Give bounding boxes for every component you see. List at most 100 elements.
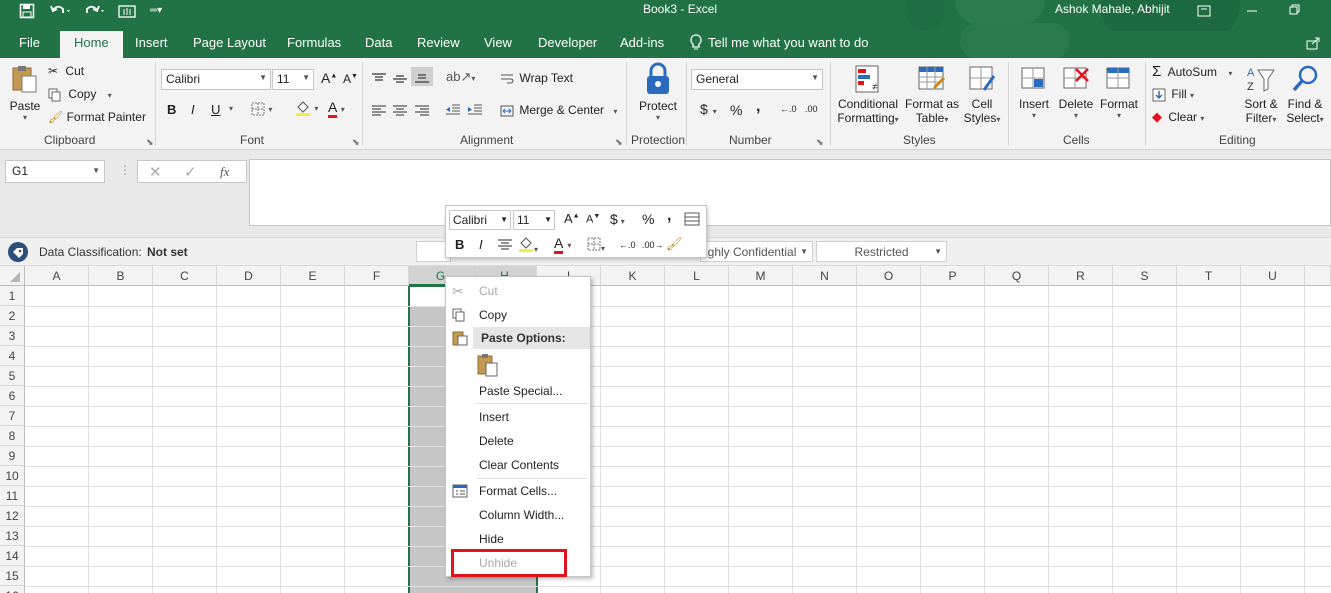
menu-item-format-cells[interactable]: Format Cells... (479, 484, 557, 498)
decrease-decimal-button[interactable]: .00 (805, 104, 818, 114)
clipboard-launcher-icon[interactable]: ⬊ (146, 137, 154, 148)
mini-increase-decimal-icon[interactable]: ←.0 (619, 240, 636, 250)
menu-item-paste-special[interactable]: Paste Special... (479, 384, 562, 398)
bold-button[interactable]: B (167, 102, 176, 117)
format-painter-button[interactable]: 🖌 Format Painter (48, 110, 146, 124)
name-box[interactable]: G1 ▼ (5, 160, 105, 183)
comma-button[interactable]: , (756, 98, 760, 116)
mini-percent-button[interactable]: % (642, 211, 654, 227)
share-icon[interactable] (1306, 35, 1322, 50)
column-header-b[interactable]: B (89, 266, 153, 286)
mini-center-align-icon[interactable] (497, 239, 513, 254)
column-header-u[interactable]: U (1241, 266, 1305, 286)
row-header-10[interactable]: 10 (0, 466, 25, 486)
decrease-indent-icon[interactable] (445, 102, 461, 116)
redo-icon[interactable] (84, 2, 106, 20)
italic-button[interactable]: I (191, 102, 195, 117)
tab-add-ins[interactable]: Add-ins (620, 35, 664, 50)
align-left-icon[interactable] (371, 103, 387, 117)
mini-italic-button[interactable]: I (479, 237, 483, 252)
fill-button[interactable]: Fill ▾ (1152, 87, 1194, 102)
column-header-c[interactable]: C (153, 266, 217, 286)
menu-item-insert[interactable]: Insert (479, 410, 509, 424)
currency-button[interactable]: $ ▾ (700, 101, 717, 117)
touch-mode-icon[interactable] (118, 2, 138, 20)
top-align-icon[interactable] (371, 71, 387, 85)
underline-button[interactable]: U (211, 102, 220, 117)
borders-icon[interactable]: ▾ (251, 101, 272, 116)
insert-function-icon[interactable]: fx (220, 164, 229, 180)
mini-font-name-combo[interactable]: Calibri ▼ (449, 210, 511, 230)
menu-item-copy[interactable]: Copy (479, 308, 507, 322)
copy-button[interactable]: Copy ▾ (48, 87, 112, 102)
tab-page-layout[interactable]: Page Layout (193, 35, 266, 50)
tab-home[interactable]: Home (60, 31, 123, 58)
autosum-button[interactable]: Σ AutoSum ▾ (1152, 63, 1232, 80)
orientation-icon[interactable]: ab↗▾ (446, 69, 475, 85)
menu-item-delete[interactable]: Delete (479, 434, 514, 448)
merge-center-button[interactable]: Merge & Center ▾ (500, 103, 617, 117)
worksheet-grid[interactable]: A B C D E F G H I J K L M N O P Q R S T … (0, 266, 1331, 593)
insert-cells-button[interactable]: Insert ▾ (1014, 64, 1054, 120)
mini-font-color-icon[interactable]: A ▾ (554, 235, 571, 254)
clear-button[interactable]: ◆ Clear ▾ (1152, 109, 1204, 125)
paste-clipboard-icon[interactable] (477, 353, 499, 380)
mini-format-painter-table-icon[interactable] (684, 212, 700, 229)
column-header-n[interactable]: N (793, 266, 857, 286)
font-launcher-icon[interactable]: ⬊ (352, 137, 360, 148)
customize-qat-icon[interactable]: ═▾ (150, 5, 162, 16)
font-color-icon[interactable]: A ▾ (328, 99, 345, 118)
font-name-combo[interactable]: Calibri ▼ (161, 69, 271, 90)
number-format-combo[interactable]: General ▼ (691, 69, 823, 90)
mini-currency-button[interactable]: $ ▾ (610, 211, 625, 227)
column-header-f[interactable]: F (345, 266, 409, 286)
row-header-1[interactable]: 1 (0, 286, 25, 306)
column-header-d[interactable]: D (217, 266, 281, 286)
align-center-icon[interactable] (392, 103, 408, 117)
percent-button[interactable]: % (730, 102, 742, 118)
tab-file[interactable]: File (19, 35, 40, 50)
user-name[interactable]: Ashok Mahale, Abhijit (1055, 2, 1170, 16)
paste-button[interactable]: Paste ▾ (7, 64, 43, 130)
cell-styles-button[interactable]: Cell Styles▾ (959, 64, 1005, 125)
row-header-14[interactable]: 14 (0, 546, 25, 566)
column-header-s[interactable]: S (1113, 266, 1177, 286)
shrink-font-button[interactable]: A▼ (343, 72, 358, 86)
fill-color-icon[interactable]: ▾ (295, 100, 318, 116)
conditional-formatting-button[interactable]: ≠ Conditional Formatting▾ (834, 64, 902, 125)
number-launcher-icon[interactable]: ⬊ (816, 137, 824, 148)
restore-icon[interactable] (1289, 2, 1301, 16)
mini-decrease-decimal-icon[interactable]: .00→ (642, 240, 664, 250)
minimize-icon[interactable] (1246, 1, 1258, 15)
ribbon-display-options-icon[interactable] (1197, 3, 1211, 17)
tell-me-search[interactable]: Tell me what you want to do (708, 35, 868, 50)
highly-confidential-dropdown[interactable]: ighly Confidential ▼ (700, 241, 813, 262)
grow-font-button[interactable]: A▲ (321, 70, 337, 86)
column-header-r[interactable]: R (1049, 266, 1113, 286)
undo-icon[interactable] (50, 2, 72, 20)
middle-align-icon[interactable] (392, 71, 408, 85)
row-header-4[interactable]: 4 (0, 346, 25, 366)
font-size-combo[interactable]: 11 ▼ (272, 69, 314, 90)
row-header-16[interactable]: 16 (0, 586, 25, 593)
column-header-l[interactable]: L (665, 266, 729, 286)
select-all-corner[interactable] (0, 266, 25, 286)
mini-format-painter-icon[interactable]: 🖌 (666, 236, 683, 252)
wrap-text-button[interactable]: Wrap Text (500, 71, 573, 85)
mini-bold-button[interactable]: B (455, 237, 464, 252)
row-header-2[interactable]: 2 (0, 306, 25, 326)
bottom-align-icon[interactable] (411, 67, 433, 86)
delete-cells-button[interactable]: Delete ▾ (1055, 64, 1097, 120)
tab-developer[interactable]: Developer (538, 35, 597, 50)
protect-button[interactable]: Protect ▾ (636, 62, 680, 122)
row-header-13[interactable]: 13 (0, 526, 25, 546)
column-header-o[interactable]: O (857, 266, 921, 286)
mini-grow-font-button[interactable]: A▲ (564, 211, 580, 226)
restricted-dropdown[interactable]: Restricted ▼ (816, 241, 947, 262)
column-header-m[interactable]: M (729, 266, 793, 286)
save-icon[interactable] (19, 2, 35, 20)
alignment-launcher-icon[interactable]: ⬊ (615, 137, 623, 148)
row-header-7[interactable]: 7 (0, 406, 25, 426)
row-header-15[interactable]: 15 (0, 566, 25, 586)
tab-formulas[interactable]: Formulas (287, 35, 341, 50)
